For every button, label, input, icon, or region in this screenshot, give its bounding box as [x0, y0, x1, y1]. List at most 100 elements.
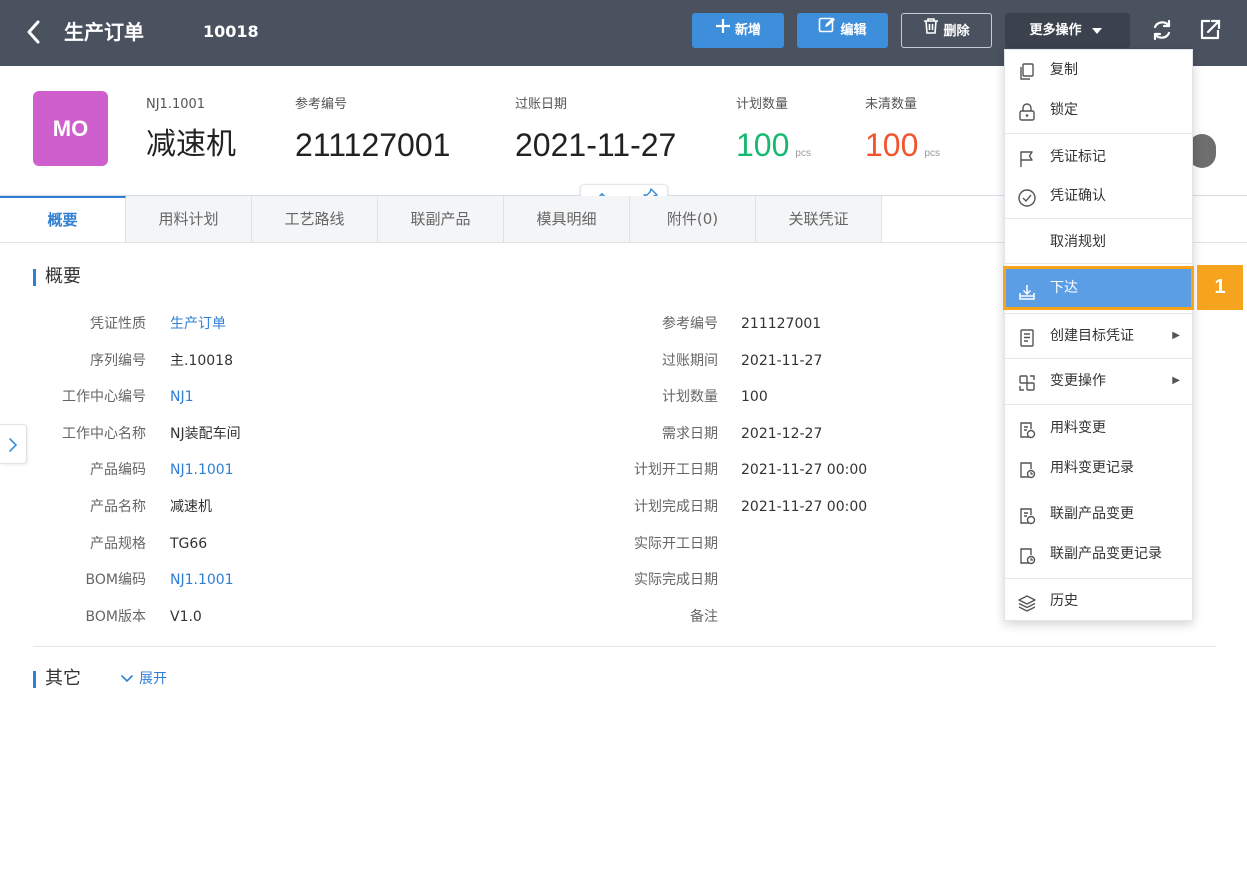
menu-divider — [1005, 358, 1192, 359]
plan-qty-number: 100 — [736, 127, 790, 163]
trash-icon — [923, 14, 939, 49]
avatar: MO — [33, 91, 108, 166]
material-change-log-icon — [1017, 458, 1037, 479]
menu-item-change-operations[interactable]: 变更操作 ▶ — [1005, 363, 1192, 399]
plus-icon — [715, 13, 731, 48]
field-label: 产品规格 — [90, 536, 146, 552]
edit-button[interactable]: 编辑 — [797, 13, 888, 48]
coproduct-change-icon — [1017, 504, 1037, 525]
field-label: 实际完成日期 — [634, 572, 718, 588]
refresh-icon[interactable] — [1150, 18, 1174, 42]
field-label: BOM编码 — [85, 572, 146, 588]
plan-qty-label: 计划数量 — [736, 97, 789, 112]
tab-coproducts[interactable]: 联副产品 — [378, 196, 504, 242]
menu-item-material-change-log[interactable]: 用料变更记录 — [1005, 450, 1192, 486]
menu-item-copy[interactable]: 复制 — [1005, 52, 1192, 88]
tab-routing[interactable]: 工艺路线 — [252, 196, 378, 242]
menu-divider — [1005, 133, 1192, 134]
field-label: 参考编号 — [662, 316, 718, 332]
field-label: BOM版本 — [85, 609, 146, 625]
tab-attachments[interactable]: 附件(0) — [630, 196, 756, 242]
tab-related-documents[interactable]: 关联凭证 — [756, 196, 882, 242]
field-label: 计划完成日期 — [634, 499, 718, 515]
field-value[interactable]: NJ1 — [170, 387, 194, 407]
share-icon[interactable] — [1198, 18, 1222, 42]
open-qty-number: 100 — [865, 127, 919, 163]
field-value: V1.0 — [170, 609, 202, 625]
menu-item-label: 下达 — [1050, 280, 1078, 296]
field-label: 产品名称 — [90, 499, 146, 515]
check-circle-icon — [1017, 186, 1037, 207]
ref-no-label: 参考编号 — [295, 97, 348, 112]
more-actions-button[interactable]: 更多操作 — [1005, 13, 1130, 48]
menu-item-label: 用料变更 — [1050, 420, 1106, 436]
field-label: 备注 — [690, 609, 718, 625]
ref-no-value: 211127001 — [295, 127, 451, 163]
layers-icon — [1017, 591, 1037, 612]
post-date-label: 过账日期 — [515, 97, 568, 112]
menu-item-label: 锁定 — [1050, 102, 1078, 118]
add-button[interactable]: 新增 — [692, 13, 784, 48]
copy-icon — [1017, 60, 1037, 80]
release-icon — [1017, 278, 1037, 300]
product-code: NJ1.1001 — [146, 97, 206, 112]
menu-item-cancel-planning[interactable]: 取消规划 — [1005, 224, 1192, 260]
section-divider — [33, 646, 1216, 647]
add-button-label: 新增 — [734, 23, 761, 38]
caret-down-icon — [1091, 13, 1102, 48]
change-icon — [1017, 371, 1037, 391]
menu-item-lock[interactable]: 锁定 — [1005, 92, 1192, 128]
field-value: 2021-11-27 00:00 — [741, 499, 868, 515]
menu-item-label: 历史 — [1050, 593, 1078, 609]
menu-divider — [1005, 313, 1192, 314]
tab-overview[interactable]: 概要 — [0, 196, 126, 242]
field-value[interactable]: 生产订单 — [170, 314, 226, 334]
menu-divider — [1005, 578, 1192, 579]
back-icon[interactable] — [22, 18, 46, 46]
overview-section-title: 概要 — [33, 265, 81, 289]
menu-item-coproduct-change-log[interactable]: 联副产品变更记录 — [1005, 536, 1192, 572]
tab-mold-details[interactable]: 模具明细 — [504, 196, 630, 242]
menu-item-create-target-voucher[interactable]: 创建目标凭证 ▶ — [1005, 318, 1192, 354]
menu-item-material-change[interactable]: 用料变更 — [1005, 410, 1192, 446]
menu-divider — [1005, 218, 1192, 219]
menu-item-history[interactable]: 历史 — [1005, 583, 1192, 619]
field-label: 计划数量 — [662, 389, 718, 405]
tab-material-plan[interactable]: 用料计划 — [126, 196, 252, 242]
coproduct-change-log-icon — [1017, 544, 1037, 565]
field-value: 减速机 — [170, 499, 212, 515]
menu-item-label: 联副产品变更记录 — [1050, 546, 1162, 562]
plan-qty-unit: pcs — [795, 148, 811, 159]
field-value[interactable]: NJ1.1001 — [170, 460, 234, 480]
post-date-value: 2021-11-27 — [515, 127, 677, 163]
field-value: 211127001 — [741, 316, 822, 332]
field-label: 需求日期 — [662, 426, 718, 442]
menu-item-voucher-confirm[interactable]: 凭证确认 — [1005, 178, 1192, 214]
menu-item-label: 联副产品变更 — [1050, 506, 1134, 522]
field-value[interactable]: NJ1.1001 — [170, 570, 234, 590]
chevron-right-icon — [9, 438, 18, 452]
side-panel-toggle[interactable] — [0, 424, 27, 464]
field-value: 2021-12-27 — [741, 426, 823, 442]
field-label: 工作中心编号 — [62, 389, 146, 405]
page-title: 生产订单 — [64, 20, 144, 44]
step-callout-badge: 1 — [1197, 265, 1243, 310]
open-qty-unit: pcs — [924, 148, 940, 159]
more-actions-menu: 复制 锁定 凭证标记 凭证确认 取消规划 下达 创建目标凭证 ▶ 变更操作 ▶ … — [1003, 49, 1194, 621]
edit-button-label: 编辑 — [840, 23, 867, 38]
menu-item-voucher-mark[interactable]: 凭证标记 — [1005, 139, 1192, 175]
flag-icon — [1017, 147, 1037, 167]
field-value: 100 — [741, 389, 768, 405]
field-label: 过账期间 — [662, 353, 718, 369]
menu-item-coproduct-change[interactable]: 联副产品变更 — [1005, 496, 1192, 532]
delete-button-label: 删除 — [943, 24, 970, 39]
open-qty-value: 100 pcs — [865, 124, 940, 175]
menu-item-label: 复制 — [1050, 62, 1078, 78]
document-icon — [1017, 326, 1037, 347]
menu-item-release[interactable]: 下达 — [1003, 266, 1194, 310]
caret-right-icon: ▶ — [1172, 375, 1180, 386]
delete-button[interactable]: 删除 — [901, 13, 992, 48]
expand-link[interactable]: 展开 — [121, 669, 167, 689]
menu-item-label: 创建目标凭证 — [1050, 328, 1134, 344]
field-value: 2021-11-27 00:00 — [741, 462, 868, 478]
